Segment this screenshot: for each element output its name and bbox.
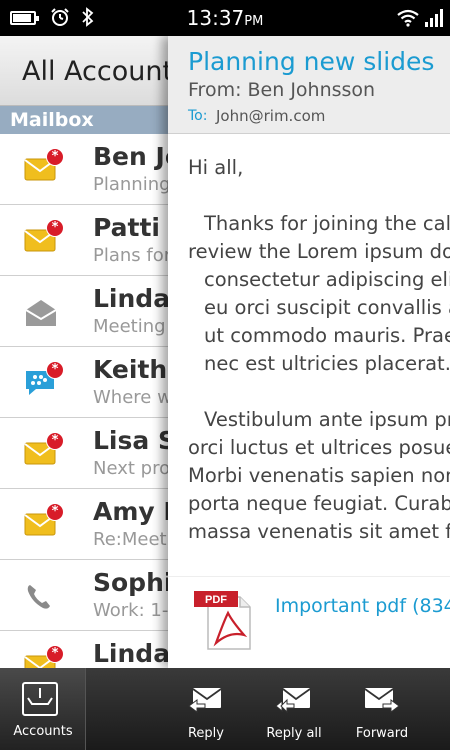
wifi-icon [397,9,419,27]
paragraph-1: Thanks for joining the call t review the… [188,212,450,375]
message-preview: Where was it? [93,387,175,408]
reply-all-icon [275,688,311,714]
reply-all-label: Reply all [266,726,322,741]
reply-all-button[interactable]: Reply all [261,668,327,750]
envelope-new-icon: * [24,219,64,255]
bbm-message-icon: * [24,361,64,397]
forward-label: Forward [355,726,409,741]
forward-icon [364,688,400,713]
envelope-new-icon: * [24,432,64,468]
greeting: Hi all, [188,156,244,179]
message-list-pane: All Accounts Mailbox * Ben Johnsson Plan… [0,36,175,668]
message-from[interactable]: From: Ben Johnsson [188,79,375,101]
envelope-new-icon: * [24,645,64,668]
message-subject: Planning new slides [188,47,435,76]
sender-name: Linda Lee [93,284,175,313]
message-preview: Planning new slides [93,174,175,195]
sender-name: Keith Brown [93,355,175,384]
message-preview: Next project [93,458,175,479]
sender-name: Amy Baker [93,497,175,526]
action-bar: Accounts Reply Reply all Forward [0,668,450,750]
list-item[interactable]: Sophia Lin Work: 1-555-0100 [0,560,175,631]
list-item[interactable]: * Patti Miller Plans for the weekend [0,205,175,276]
clock: 13:37PM [186,6,264,30]
status-bar: 13:37PM [0,0,450,36]
message-preview: Plans for the weekend [93,245,175,266]
message-list: * Ben Johnsson Planning new slides * Pat… [0,134,175,668]
sender-name: Linda Lee [93,639,175,668]
message-view-pane: Planning new slides From: Ben Johnsson T… [168,36,450,668]
message-to[interactable]: John@rim.com [216,107,325,125]
message-preview: Meeting notes [93,316,175,337]
message-header: Planning new slides From: Ben Johnsson T… [168,36,450,134]
list-item[interactable]: * Linda Lee [0,631,175,668]
sender-name: Patti Miller [93,213,175,242]
phone-icon [24,582,58,610]
signal-icon [425,9,443,27]
list-header: All Accounts [0,36,175,106]
inbox-icon [22,682,58,716]
list-item[interactable]: Linda Lee Meeting notes [0,276,175,347]
message-body: Hi all, Thanks for joining the call t re… [188,154,450,574]
reply-icon [188,688,222,713]
attachment-item[interactable]: PDF Important pdf (834 [168,576,450,668]
sender-name: Sophia Lin [93,568,175,597]
envelope-read-icon [24,298,58,326]
paragraph-2: Vestibulum ante ipsum prim orci luctus e… [188,408,450,543]
list-item[interactable]: * Lisa Smith Next project [0,418,175,489]
message-preview: Re:Meeting [93,529,175,550]
message-preview: Work: 1-555-0100 [93,600,175,621]
list-item[interactable]: * Keith Brown Where was it? [0,347,175,418]
reply-button[interactable]: Reply [175,668,237,750]
attachment-name[interactable]: Important pdf (834 [275,595,450,617]
to-label: To: [188,108,208,124]
sender-name: Lisa Smith [93,426,175,455]
list-title: All Accounts [22,56,175,87]
pdf-file-icon: PDF [194,591,251,650]
list-item[interactable]: * Amy Baker Re:Meeting [0,489,175,560]
accounts-button[interactable]: Accounts [0,668,86,750]
sender-name: Ben Johnsson [93,142,175,171]
envelope-new-icon: * [24,503,64,539]
list-item[interactable]: * Ben Johnsson Planning new slides [0,134,175,205]
svg-text:PDF: PDF [205,594,227,606]
accounts-label: Accounts [13,724,73,739]
mailbox-section-header: Mailbox [0,106,175,134]
reply-label: Reply [187,726,224,741]
envelope-new-icon: * [24,148,64,184]
forward-button[interactable]: Forward [350,668,414,750]
